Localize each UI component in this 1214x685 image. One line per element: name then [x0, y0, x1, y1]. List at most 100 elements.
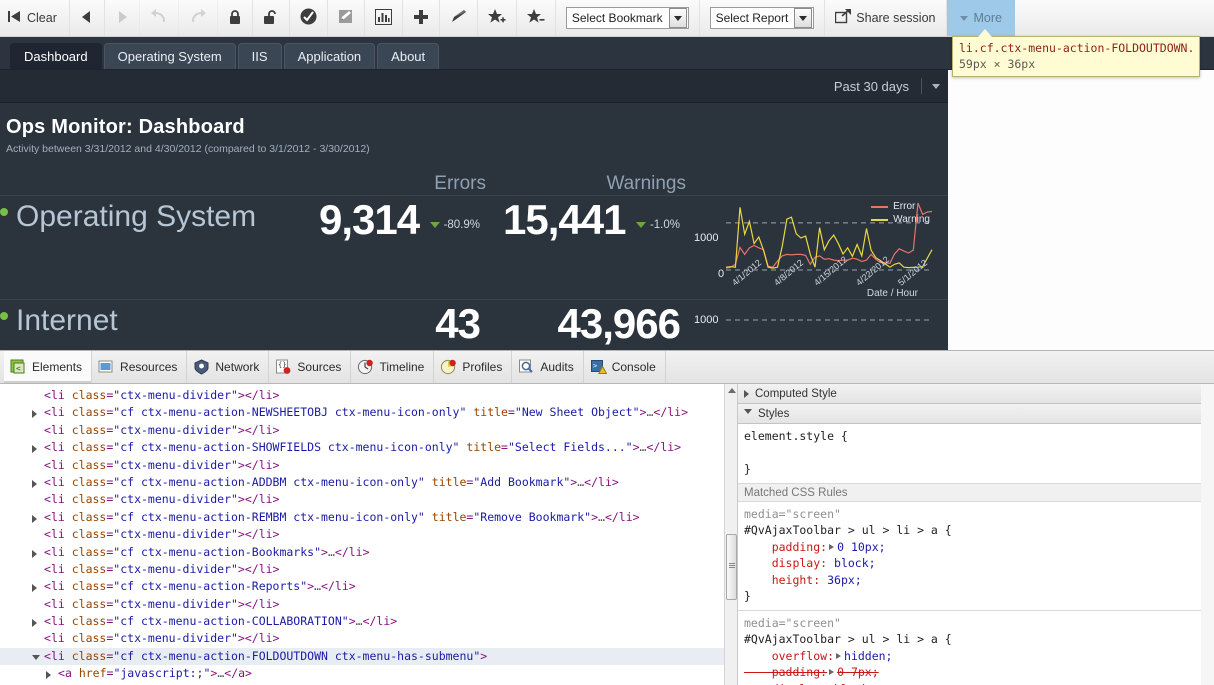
devtools-tab-sources[interactable]: {} Sources: [269, 351, 352, 383]
devtools-tab-resources[interactable]: Resources: [92, 351, 188, 383]
css-declaration[interactable]: padding: 0 7px;: [744, 664, 1195, 681]
scroll-up-arrow-icon[interactable]: [728, 388, 736, 393]
edit-button[interactable]: [440, 0, 478, 36]
css-value[interactable]: block;: [834, 556, 876, 570]
twisty-collapsed-icon[interactable]: [32, 479, 37, 488]
remove-bookmark-button[interactable]: [517, 0, 556, 36]
devtools-tab-timeline[interactable]: Timeline: [351, 351, 435, 383]
dom-line[interactable]: <li class = "cf ctx-menu-action-SHOWFIELDS…: [0, 439, 737, 456]
back-button[interactable]: [70, 0, 105, 36]
expand-arrow-icon[interactable]: [836, 652, 842, 659]
css-declaration[interactable]: display: block;: [744, 555, 1195, 572]
twisty-collapsed-icon[interactable]: [32, 514, 37, 523]
dom-line[interactable]: <li class="cf ctx-menu-action-COLLABORAT…: [0, 613, 737, 630]
css-rule-selector[interactable]: #QvAjaxToolbar > ul > li > a {: [744, 522, 1195, 539]
css-property[interactable]: padding:: [744, 540, 827, 554]
scrollbar-thumb[interactable]: [726, 534, 737, 600]
css-rule-selector[interactable]: #QvAjaxToolbar > ul > li > a {: [744, 631, 1195, 648]
dom-line[interactable]: <li class="ctx-menu-divider"></li>: [0, 561, 737, 578]
css-value[interactable]: block;: [834, 682, 876, 685]
sheet-tab-application[interactable]: Application: [283, 43, 376, 69]
css-value[interactable]: 36px;: [827, 573, 862, 587]
twisty-collapsed-icon[interactable]: [32, 410, 37, 419]
select-possible-button[interactable]: [290, 0, 328, 36]
element-style-rule[interactable]: element.style { }: [738, 424, 1201, 484]
undo-button[interactable]: [140, 0, 179, 36]
css-rule[interactable]: media="screen" #QvAjaxToolbar > ul > li >…: [738, 611, 1201, 685]
css-declaration[interactable]: height: 36px;: [744, 572, 1195, 589]
twisty-collapsed-icon[interactable]: [46, 671, 51, 680]
devtools-tab-audits[interactable]: Audits: [512, 351, 584, 383]
twisty-collapsed-icon[interactable]: [32, 445, 37, 454]
devtools-tab-network[interactable]: Network: [187, 351, 270, 383]
share-session-button[interactable]: Share session: [825, 0, 947, 36]
css-property[interactable]: display:: [744, 682, 827, 685]
twisty-expanded-icon[interactable]: [32, 654, 40, 664]
css-property[interactable]: padding:: [744, 665, 827, 679]
select-report-dropdown[interactable]: Select Report: [700, 0, 826, 36]
dom-line[interactable]: <li class = "cf ctx-menu-action-NEWSHEETOB…: [0, 404, 737, 421]
forward-button[interactable]: [105, 0, 140, 36]
dom-tree-pane[interactable]: <li class="ctx-menu-divider"></li> <li cl…: [0, 384, 738, 685]
dom-line[interactable]: <li class="ctx-menu-divider"></li>: [0, 387, 737, 404]
css-property[interactable]: overflow:: [744, 649, 834, 663]
kpi-row[interactable]: Internet 43 43,966 1000: [0, 299, 948, 350]
chevron-down-icon[interactable]: [668, 8, 687, 28]
trend-chart[interactable]: Error Warning 1000 0 4/1/2012 4/8/2012 4…: [680, 196, 948, 300]
lock-button[interactable]: [218, 0, 253, 36]
css-value[interactable]: hidden;: [844, 649, 892, 663]
css-declaration[interactable]: padding: 0 10px;: [744, 539, 1195, 556]
select-fields-button[interactable]: [365, 0, 403, 36]
dom-line[interactable]: <li class="ctx-menu-divider"></li>: [0, 491, 737, 508]
css-declaration[interactable]: overflow: hidden;: [744, 648, 1195, 665]
css-declaration[interactable]: display: block;: [744, 681, 1195, 685]
dom-line[interactable]: <li class="ctx-menu-divider"></li>: [0, 457, 737, 474]
expand-arrow-icon[interactable]: [829, 669, 835, 675]
select-bookmark-control[interactable]: Select Bookmark: [565, 7, 689, 29]
trend-chart[interactable]: 1000: [680, 300, 948, 350]
kpi-chart-cell[interactable]: 1000: [680, 300, 948, 350]
dom-line[interactable]: <li class="cf ctx-menu-action-Bookmarks"…: [0, 544, 737, 561]
dom-line[interactable]: <li class="ctx-menu-divider"></li>: [0, 630, 737, 647]
redo-button[interactable]: [179, 0, 218, 36]
styles-pane[interactable]: Computed Style Styles element.style { } …: [738, 384, 1201, 685]
dom-line[interactable]: <li class="ctx-menu-divider"></li>: [0, 422, 737, 439]
devtools-tab-elements[interactable]: < Elements: [4, 351, 93, 383]
styles-section[interactable]: Styles: [738, 404, 1201, 424]
twisty-collapsed-icon[interactable]: [32, 619, 37, 628]
dom-line[interactable]: <li class="cf ctx-menu-action-ADDBM ctx-…: [0, 474, 737, 491]
sheet-tab-about[interactable]: About: [377, 43, 440, 69]
kpi-chart-cell[interactable]: Error Warning 1000 0 4/1/2012 4/8/2012 4…: [680, 196, 948, 300]
add-button[interactable]: [403, 0, 440, 36]
css-property[interactable]: height:: [744, 573, 820, 587]
css-rule[interactable]: media="screen" #QvAjaxToolbar > ul > li >…: [738, 502, 1201, 611]
sheet-pencil-button[interactable]: [328, 0, 365, 36]
unlock-button[interactable]: [253, 0, 290, 36]
twisty-collapsed-icon[interactable]: [32, 549, 37, 558]
kpi-row[interactable]: Operating System 9,314 -80.9% 15,441 -1.…: [0, 195, 948, 299]
expand-arrow-icon[interactable]: [829, 543, 835, 550]
computed-style-section[interactable]: Computed Style: [738, 384, 1201, 404]
dom-line[interactable]: <li class="ctx-menu-divider"></li>: [0, 526, 737, 543]
dom-line[interactable]: <a href="javascript:;">…</a>: [0, 665, 737, 682]
css-property[interactable]: display:: [744, 556, 827, 570]
chevron-down-icon[interactable]: [932, 83, 940, 89]
sheet-tab-dashboard[interactable]: Dashboard: [10, 43, 102, 69]
sheet-tab-iis[interactable]: IIS: [237, 43, 282, 69]
clear-button[interactable]: Clear: [0, 0, 70, 36]
dom-line[interactable]: <li class="cf ctx-menu-action-FOLDOUTDOW…: [0, 647, 737, 666]
css-value[interactable]: 0 10px;: [837, 540, 885, 554]
chevron-down-icon[interactable]: [794, 8, 813, 28]
dom-scrollbar[interactable]: [724, 384, 737, 685]
dom-line[interactable]: <li class="cf ctx-menu-action-REMBM ctx-…: [0, 509, 737, 526]
dom-line[interactable]: <li class="cf ctx-menu-action-Reports">……: [0, 578, 737, 595]
sheet-tab-operating-system[interactable]: Operating System: [103, 43, 236, 69]
devtools-tab-console[interactable]: > Console: [584, 351, 666, 383]
devtools-tab-profiles[interactable]: Profiles: [434, 351, 513, 383]
select-bookmark-dropdown[interactable]: Select Bookmark: [556, 0, 700, 36]
select-report-control[interactable]: Select Report: [709, 7, 815, 29]
dom-tree[interactable]: <li class="ctx-menu-divider"></li> <li cl…: [0, 384, 737, 685]
add-bookmark-button[interactable]: [478, 0, 517, 36]
css-value[interactable]: 0 7px;: [837, 665, 879, 679]
dom-line[interactable]: <li class="ctx-menu-divider"></li>: [0, 596, 737, 613]
